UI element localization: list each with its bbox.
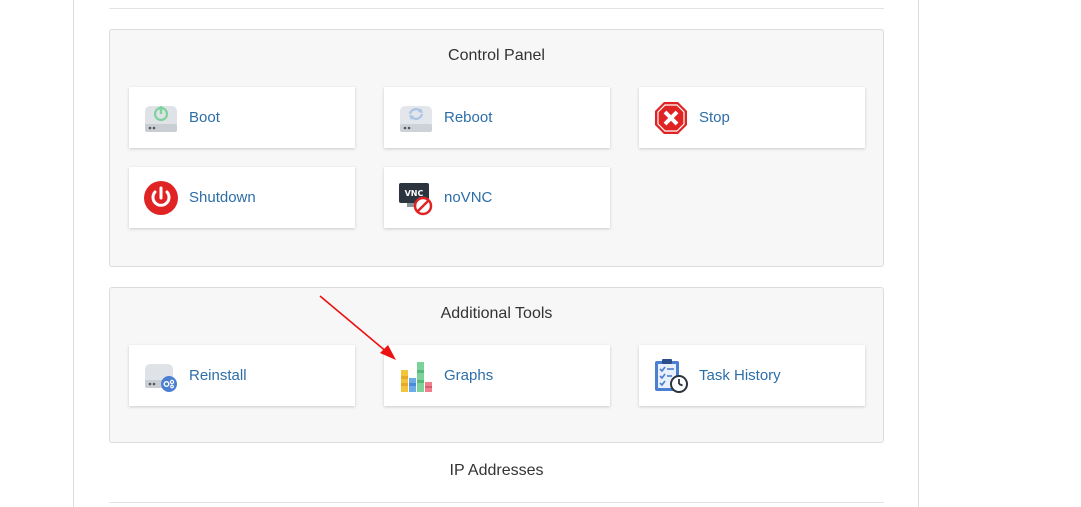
svg-text:VNC: VNC <box>405 189 424 198</box>
novnc-button[interactable]: VNC noVNC <box>384 167 610 228</box>
divider <box>109 8 884 9</box>
shutdown-button[interactable]: Shutdown <box>129 167 355 228</box>
stop-button[interactable]: Stop <box>639 87 865 148</box>
stop-icon <box>653 100 689 136</box>
bar-graph-icon <box>398 358 434 394</box>
refresh-drive-icon <box>398 100 434 136</box>
control-panel: Control Panel <box>109 29 884 267</box>
vnc-disabled-icon: VNC <box>398 180 434 216</box>
power-button-icon <box>143 180 179 216</box>
task-history-button[interactable]: Task History <box>639 345 865 406</box>
graphs-label: Graphs <box>444 367 494 384</box>
novnc-label: noVNC <box>444 189 493 206</box>
control-panel-title: Control Panel <box>448 47 545 64</box>
power-drive-icon <box>143 100 179 136</box>
stop-label: Stop <box>699 109 730 126</box>
boot-button[interactable]: Boot <box>129 87 355 148</box>
ip-addresses-title: IP Addresses <box>449 462 544 479</box>
reboot-button[interactable]: Reboot <box>384 87 610 148</box>
boot-label: Boot <box>189 109 220 126</box>
shutdown-label: Shutdown <box>189 189 256 206</box>
graphs-button[interactable]: Graphs <box>384 345 610 406</box>
reinstall-label: Reinstall <box>189 367 247 384</box>
reboot-label: Reboot <box>444 109 493 126</box>
task-history-label: Task History <box>699 367 781 384</box>
task-clipboard-icon <box>653 358 689 394</box>
reinstall-button[interactable]: Reinstall <box>129 345 355 406</box>
additional-tools-title: Additional Tools <box>440 305 553 322</box>
reinstall-drive-icon <box>143 358 179 394</box>
divider <box>109 502 884 503</box>
